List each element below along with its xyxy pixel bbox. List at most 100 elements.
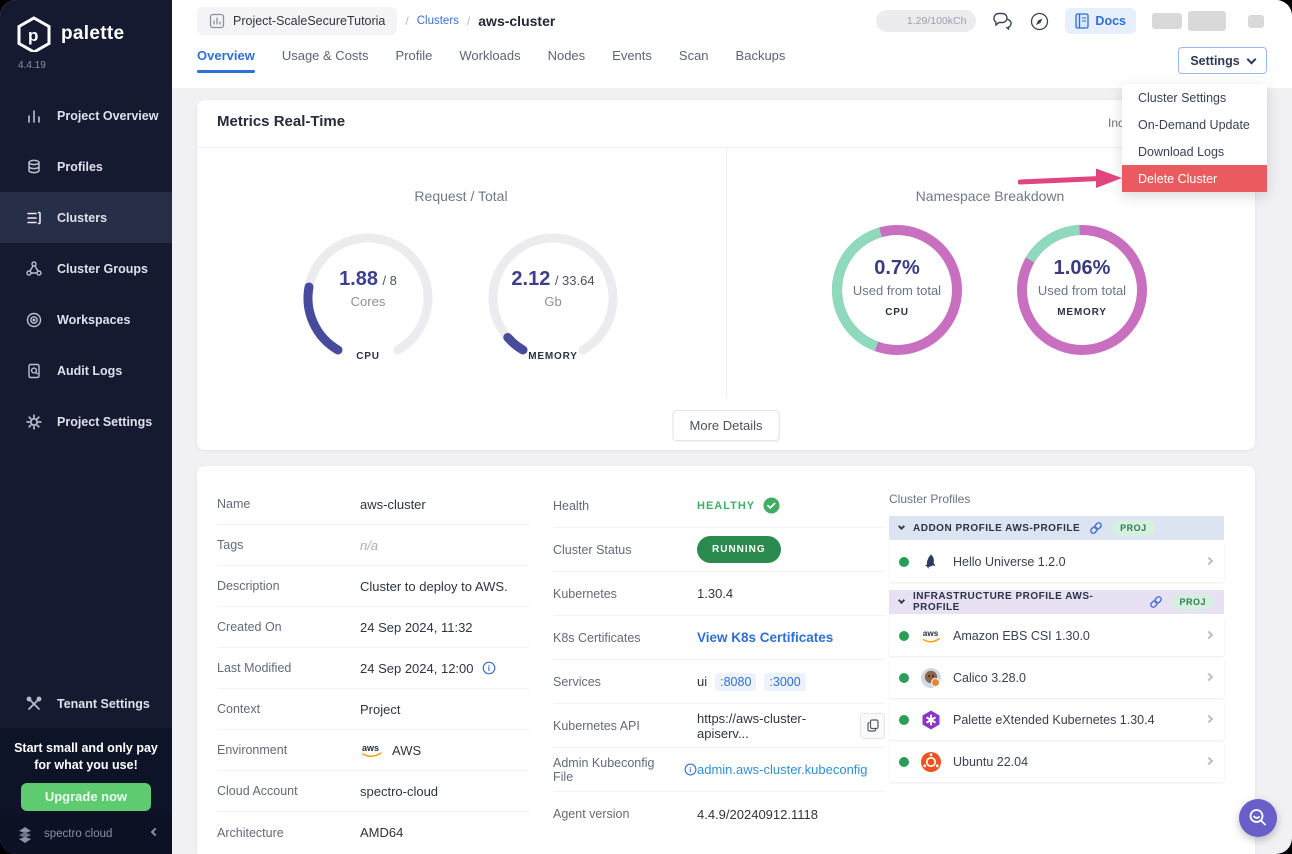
profile-header-title: INFRASTRUCTURE PROFILE AWS-PROFILE: [913, 591, 1140, 613]
more-details-button[interactable]: More Details: [673, 410, 780, 441]
divider: [726, 148, 727, 398]
profile-pack-name: Calico 3.28.0: [953, 671, 1195, 685]
info-icon[interactable]: i: [684, 763, 697, 776]
sidebar-item-tenant-settings[interactable]: Tenant Settings: [0, 678, 172, 729]
detail-row-context: Context Project: [217, 689, 529, 730]
detail-value: 24 Sep 2024, 12:00: [360, 661, 474, 676]
feedback-search-button[interactable]: [1239, 799, 1277, 837]
view-k8s-certificates-link[interactable]: View K8s Certificates: [697, 630, 833, 645]
detail-value: n/a: [360, 538, 529, 553]
tab-profile[interactable]: Profile: [396, 48, 433, 73]
pxk-hexagon-icon: [920, 709, 942, 731]
memory-gauge-label: MEMORY: [483, 351, 623, 362]
book-icon: [1075, 13, 1089, 29]
status-dot: [899, 557, 909, 567]
namespace-memory-text: 1.06% Used from total MEMORY: [1012, 220, 1152, 360]
profile-pack-ubuntu[interactable]: Ubuntu 22.04: [889, 742, 1224, 782]
cluster-profiles-panel: Cluster Profiles ADDON PROFILE AWS-PROFI…: [889, 492, 1224, 784]
tab-events[interactable]: Events: [612, 48, 652, 73]
details-middle-column: Health HEALTHY Cluster Status RUNNING Ku…: [553, 484, 885, 836]
menu-item-on-demand-update[interactable]: On-Demand Update: [1122, 111, 1267, 138]
namespace-cpu-label: CPU: [885, 307, 909, 318]
menu-item-cluster-settings[interactable]: Cluster Settings: [1122, 84, 1267, 111]
upgrade-now-button[interactable]: Upgrade now: [21, 783, 151, 811]
palette-logo[interactable]: p palette: [0, 0, 172, 52]
namespace-memory-percent: 1.06%: [1054, 257, 1111, 280]
svg-text:i: i: [689, 765, 691, 774]
detail-row-admin-kubeconfig: Admin Kubeconfig File i admin.aws-cluste…: [553, 748, 885, 792]
gear-icon: [24, 413, 44, 431]
calico-icon: [920, 667, 942, 689]
infrastructure-profile-header[interactable]: INFRASTRUCTURE PROFILE AWS-PROFILE PROJ: [889, 590, 1224, 614]
chevron-right-icon: [1205, 672, 1213, 680]
profile-pack-hello-universe[interactable]: Hello Universe 1.2.0: [889, 542, 1224, 582]
redacted-block: [1188, 11, 1226, 31]
link-icon[interactable]: [1149, 595, 1163, 609]
tools-icon: [24, 695, 44, 713]
aws-logo-icon: aws: [920, 625, 942, 647]
chevron-right-icon: [1205, 756, 1213, 764]
sidebar-item-project-settings[interactable]: Project Settings: [0, 396, 172, 447]
rings-icon: [24, 311, 44, 329]
sidebar-item-label: Clusters: [57, 211, 107, 225]
profile-pack-palette-extended-kubernetes[interactable]: Palette eXtended Kubernetes 1.30.4: [889, 700, 1224, 740]
docs-label: Docs: [1095, 14, 1126, 28]
chat-icon-button[interactable]: [992, 11, 1014, 31]
spectro-cloud-logo: [14, 823, 36, 845]
tab-nodes[interactable]: Nodes: [548, 48, 586, 73]
status-dot: [899, 757, 909, 767]
sidebar-item-cluster-groups[interactable]: Cluster Groups: [0, 243, 172, 294]
namespace-cpu-percent: 0.7%: [874, 257, 920, 280]
docs-button[interactable]: Docs: [1065, 8, 1136, 34]
breadcrumb-clusters-link[interactable]: Clusters: [417, 15, 459, 27]
sidebar-item-profiles[interactable]: Profiles: [0, 141, 172, 192]
sidebar-item-audit-logs[interactable]: Audit Logs: [0, 345, 172, 396]
detail-label: Created On: [217, 620, 360, 634]
info-icon[interactable]: i: [482, 661, 496, 675]
detail-label: K8s Certificates: [553, 631, 697, 645]
sidebar-item-clusters[interactable]: Clusters: [0, 192, 172, 243]
link-icon[interactable]: [1089, 521, 1103, 535]
promo-text: Start small and only pay for what you us…: [14, 740, 158, 774]
help-compass-icon-button[interactable]: [1030, 12, 1049, 31]
app-window: p palette 4.4.19 Project Overview Profil…: [0, 0, 1292, 854]
detail-label: Kubernetes API: [553, 719, 697, 733]
breadcrumb-project-pill[interactable]: Project-ScaleSecureTutoria: [197, 7, 397, 35]
svg-text:aws: aws: [362, 743, 379, 753]
tab-workloads[interactable]: Workloads: [459, 48, 520, 73]
detail-label: Services: [553, 675, 697, 689]
redacted-block: [1248, 15, 1264, 28]
sidebar: p palette 4.4.19 Project Overview Profil…: [0, 0, 172, 854]
kubeconfig-download-link[interactable]: admin.aws-cluster.kubeconfig: [697, 762, 868, 777]
tab-scan[interactable]: Scan: [679, 48, 709, 73]
tab-usage-costs[interactable]: Usage & Costs: [282, 48, 369, 73]
copy-button[interactable]: [860, 713, 885, 739]
service-port-link[interactable]: :3000: [764, 673, 805, 691]
sidebar-collapse-button[interactable]: [151, 828, 159, 836]
menu-item-download-logs[interactable]: Download Logs: [1122, 138, 1267, 165]
detail-label: Tags: [217, 538, 360, 552]
request-total-title: Request / Total: [311, 188, 611, 204]
tab-overview[interactable]: Overview: [197, 48, 255, 73]
usage-quota-pill[interactable]: 1.29/100kCh: [876, 10, 976, 32]
tab-bar: Overview Usage & Costs Profile Workloads…: [197, 48, 785, 73]
service-port-link[interactable]: :8080: [715, 673, 756, 691]
settings-button[interactable]: Settings: [1178, 47, 1267, 74]
ubuntu-icon: [920, 751, 942, 773]
addon-profile-header[interactable]: ADDON PROFILE AWS-PROFILE PROJ: [889, 516, 1224, 540]
profile-pack-name: Ubuntu 22.04: [953, 755, 1195, 769]
tab-backups[interactable]: Backups: [736, 48, 786, 73]
menu-item-delete-cluster[interactable]: Delete Cluster: [1122, 165, 1267, 192]
detail-row-name: Name aws-cluster: [217, 484, 529, 525]
hello-universe-icon: [920, 551, 942, 573]
sidebar-item-project-overview[interactable]: Project Overview: [0, 90, 172, 141]
profile-pack-calico[interactable]: Calico 3.28.0: [889, 658, 1224, 698]
memory-unit: Gb: [544, 294, 561, 309]
profile-pack-amazon-ebs-csi[interactable]: aws Amazon EBS CSI 1.30.0: [889, 616, 1224, 656]
memory-request-value: 2.12: [511, 268, 550, 290]
namespace-breakdown-title: Namespace Breakdown: [840, 188, 1140, 204]
sidebar-item-workspaces[interactable]: Workspaces: [0, 294, 172, 345]
memory-total-value: / 33.64: [555, 273, 595, 288]
detail-label: Last Modified: [217, 661, 360, 675]
profile-pack-name: Amazon EBS CSI 1.30.0: [953, 629, 1195, 643]
